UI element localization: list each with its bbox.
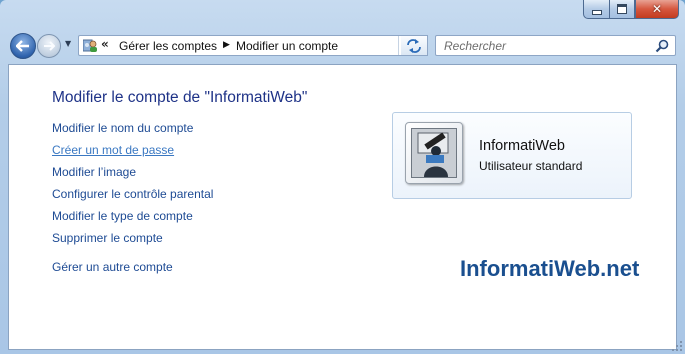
- maximize-icon: [617, 4, 627, 14]
- close-button[interactable]: ✕: [635, 0, 679, 19]
- user-card: InformatiWeb Utilisateur standard: [392, 112, 632, 199]
- manage-another-account-link[interactable]: Gérer un autre compte: [52, 260, 173, 274]
- rename-account-link[interactable]: Modifier le nom du compte: [52, 121, 193, 135]
- watermark-logo: InformatiWeb.net: [460, 256, 640, 281]
- parental-controls-link[interactable]: Configurer le contrôle parental: [52, 187, 213, 201]
- forward-button[interactable]: [37, 34, 61, 58]
- recent-pages-chevron-icon[interactable]: ▼: [65, 39, 71, 48]
- search-box[interactable]: Rechercher: [435, 35, 676, 56]
- breadcrumb-manage-accounts[interactable]: Gérer les comptes: [119, 39, 217, 53]
- back-arrow-icon: [16, 40, 29, 52]
- user-name: InformatiWeb: [479, 138, 565, 154]
- avatar: [405, 122, 463, 184]
- user-accounts-icon: [83, 39, 97, 52]
- page-title: Modifier le compte de "InformatiWeb": [52, 89, 308, 106]
- caption-buttons: ✕: [583, 0, 679, 20]
- forward-arrow-icon: [44, 41, 55, 51]
- refresh-button[interactable]: [401, 35, 428, 56]
- breadcrumb-modify-account[interactable]: Modifier un compte: [236, 39, 338, 53]
- resize-grip-icon[interactable]: [671, 340, 683, 352]
- back-button[interactable]: [10, 33, 36, 59]
- breadcrumb-overflow-icon[interactable]: «: [101, 37, 109, 51]
- breadcrumb-separator-icon[interactable]: ▶: [223, 40, 230, 50]
- delete-account-link[interactable]: Supprimer le compte: [52, 231, 163, 245]
- refresh-icon: [407, 38, 421, 53]
- change-picture-link[interactable]: Modifier l’image: [52, 165, 136, 179]
- close-icon: ✕: [651, 2, 663, 16]
- maximize-button[interactable]: [609, 0, 635, 19]
- search-icon[interactable]: [655, 39, 669, 53]
- minimize-button[interactable]: [583, 0, 609, 19]
- minimize-icon: [591, 9, 602, 15]
- change-account-type-link[interactable]: Modifier le type de compte: [52, 209, 193, 223]
- create-password-link[interactable]: Créer un mot de passe: [52, 143, 174, 157]
- explorer-window: ✕ ▼ « Gérer les comptes ▶ Modifier un co…: [0, 0, 685, 354]
- search-placeholder: Rechercher: [444, 39, 507, 53]
- user-avatar-icon: [412, 129, 456, 177]
- user-account-type: Utilisateur standard: [479, 159, 583, 173]
- content-pane: Modifier le compte de "InformatiWeb" Mod…: [8, 64, 677, 350]
- address-bar[interactable]: « Gérer les comptes ▶ Modifier un compte…: [78, 35, 428, 56]
